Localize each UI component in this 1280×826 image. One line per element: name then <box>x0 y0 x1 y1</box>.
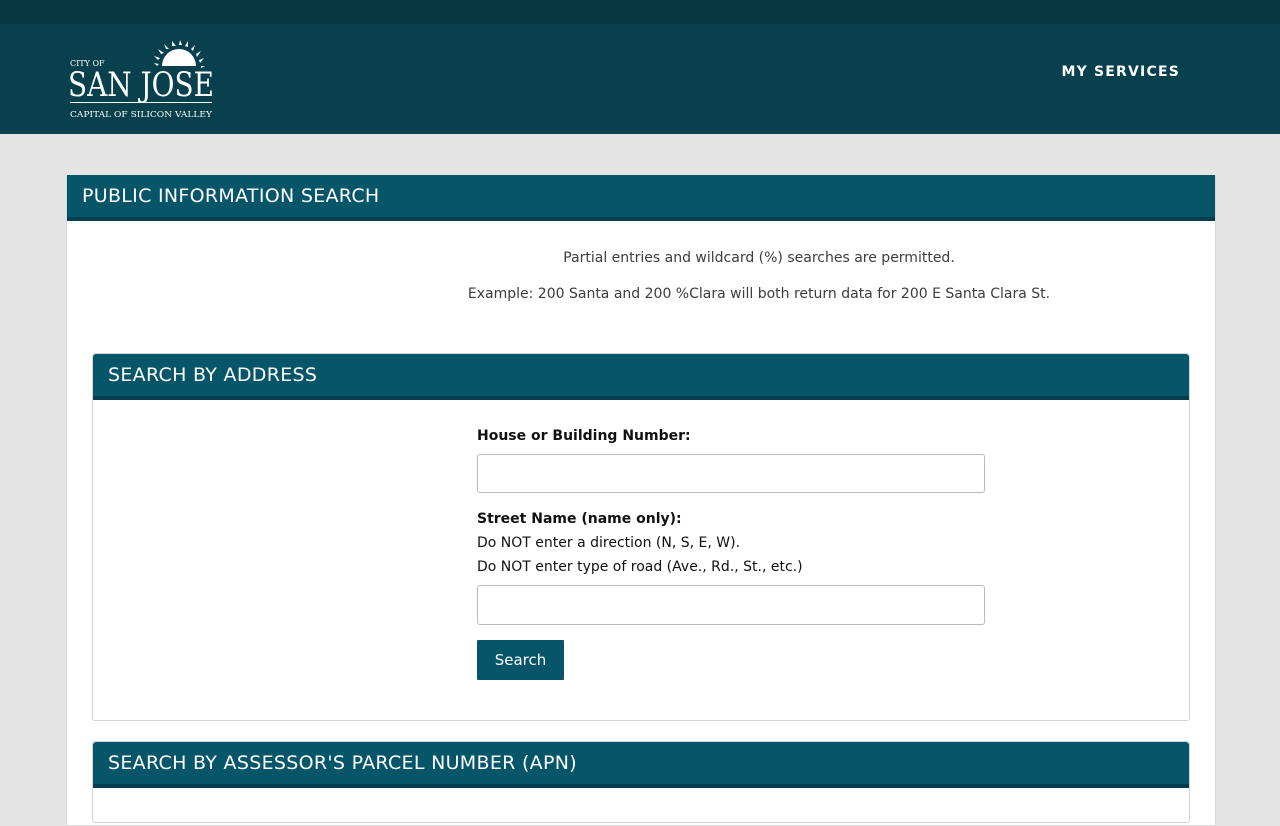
search-by-address-title: SEARCH BY ADDRESS <box>93 354 1189 400</box>
page-title: PUBLIC INFORMATION SEARCH <box>67 175 1215 221</box>
search-by-apn-panel: SEARCH BY ASSESSOR'S PARCEL NUMBER (APN) <box>92 741 1190 823</box>
search-by-apn-title: SEARCH BY ASSESSOR'S PARCEL NUMBER (APN) <box>93 742 1189 788</box>
public-info-search-panel: PUBLIC INFORMATION SEARCH Partial entrie… <box>66 175 1216 826</box>
street-road-type-hint: Do NOT enter type of road (Ave., Rd., St… <box>477 559 803 575</box>
house-number-input[interactable] <box>477 454 985 493</box>
svg-text:SAN JOSE: SAN JOSE <box>68 65 214 105</box>
search-button[interactable]: Search <box>477 640 564 680</box>
city-logo[interactable]: CITY OF SAN JOSE CAPITAL OF SILICON VALL… <box>68 34 218 120</box>
search-by-address-panel: SEARCH BY ADDRESS House or Building Numb… <box>92 353 1190 721</box>
street-direction-hint: Do NOT enter a direction (N, S, E, W). <box>477 535 741 551</box>
house-number-label: House or Building Number: <box>477 428 691 444</box>
top-strip <box>0 0 1280 24</box>
example-note: Example: 200 Santa and 200 %Clara will b… <box>467 286 1051 302</box>
nav-my-services[interactable]: MY SERVICES <box>1061 64 1180 80</box>
street-name-label: Street Name (name only): <box>477 511 682 527</box>
svg-text:CAPITAL OF SILICON VALLEY: CAPITAL OF SILICON VALLEY <box>70 110 212 120</box>
street-name-input[interactable] <box>477 585 985 625</box>
wildcard-note: Partial entries and wildcard (%) searche… <box>563 250 955 266</box>
sun-logo-icon: CITY OF SAN JOSE CAPITAL OF SILICON VALL… <box>68 40 214 120</box>
site-header: CITY OF SAN JOSE CAPITAL OF SILICON VALL… <box>0 24 1280 134</box>
